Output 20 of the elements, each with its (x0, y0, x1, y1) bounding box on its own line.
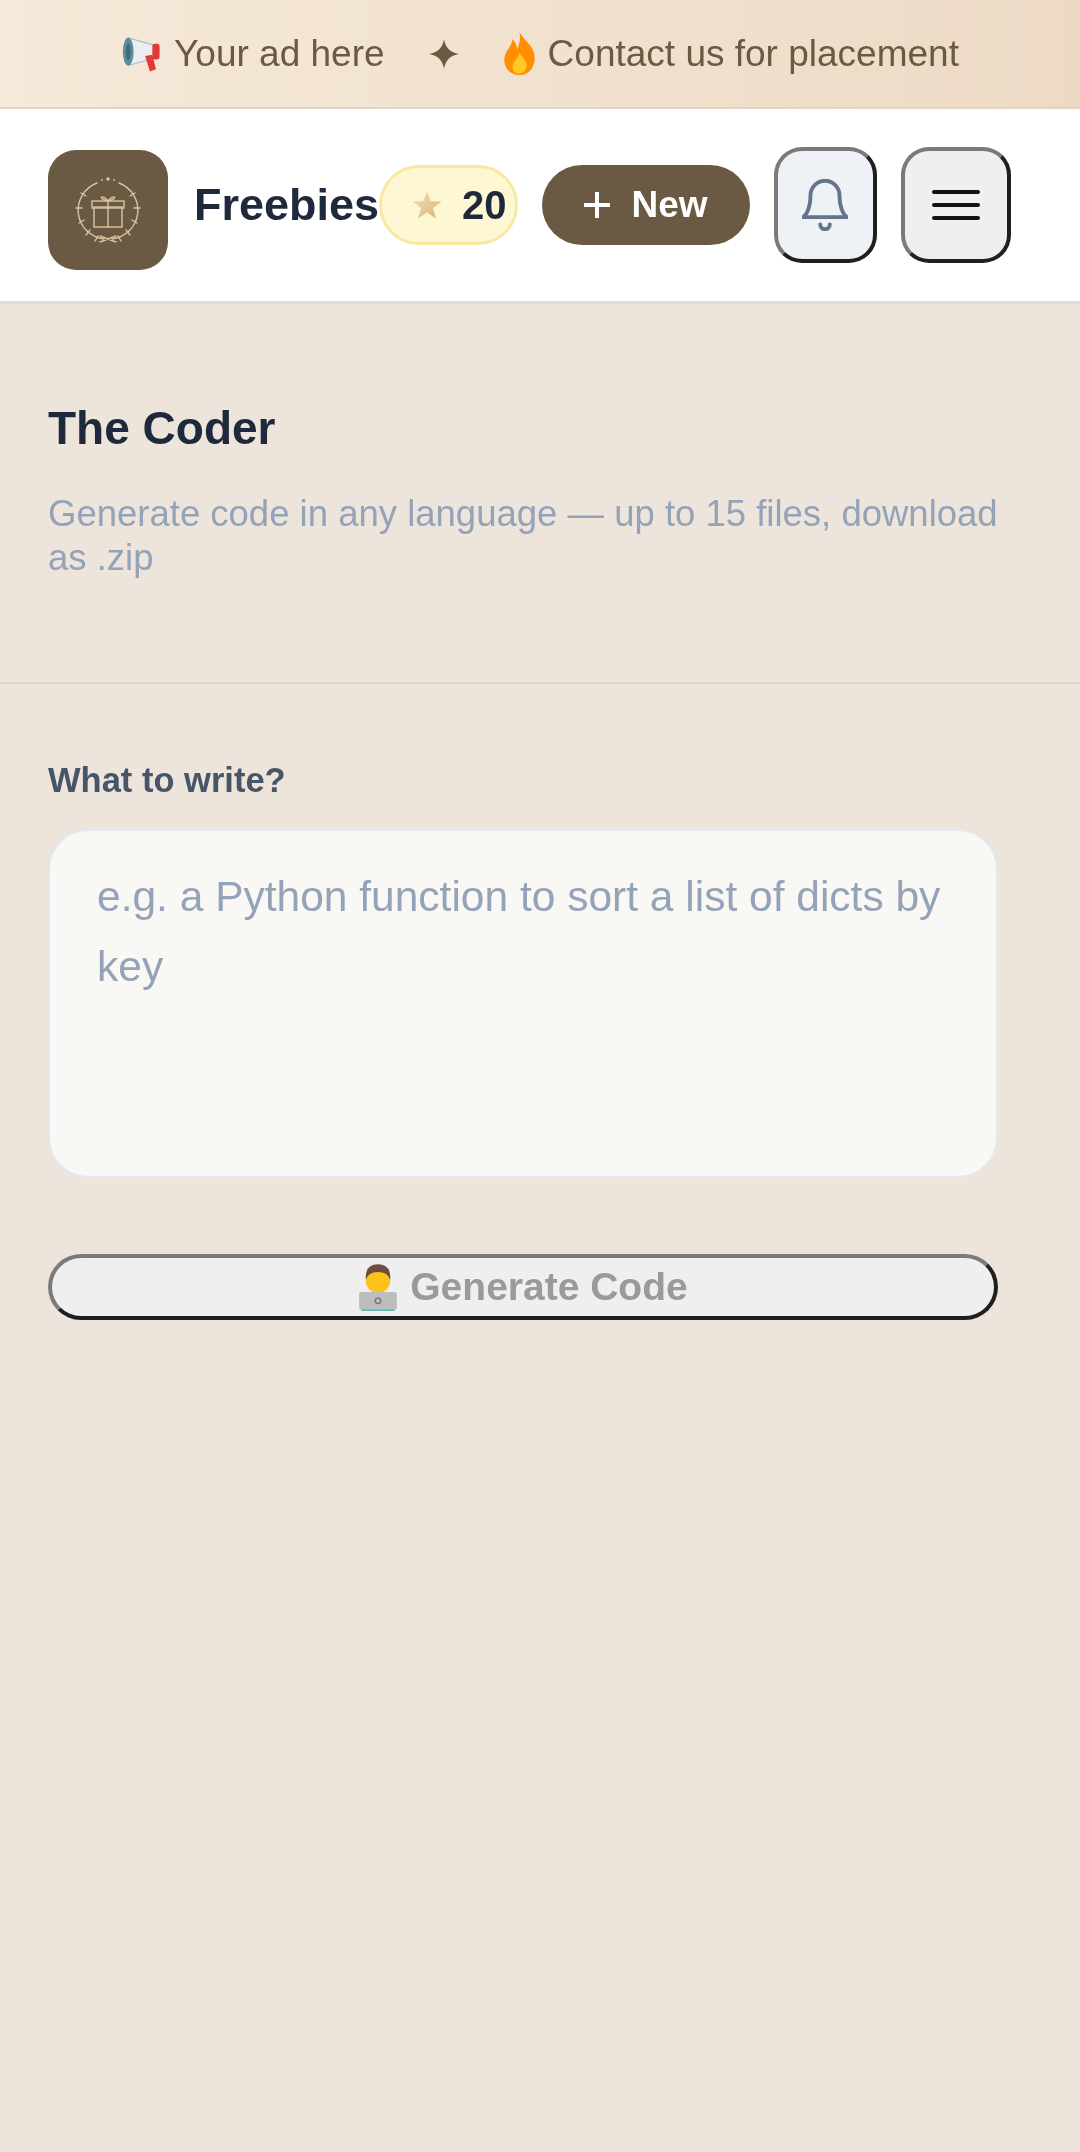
new-button[interactable]: New (541, 165, 750, 245)
ad-link[interactable]: Contact us for placement (547, 32, 959, 75)
credits-count: 20 (462, 182, 507, 228)
app-name: Freebies (194, 179, 380, 231)
ad-text: Your ad here (174, 32, 385, 75)
bell-icon (802, 179, 849, 231)
technologist-icon (358, 1263, 399, 1311)
gift-logo-icon[interactable] (48, 150, 168, 270)
prompt-field[interactable]: e.g. a Python function to sort a list of dicts by key (48, 829, 998, 1178)
page-subtitle: Generate code in any language — up to 15 files, download as .zip (48, 492, 998, 580)
megaphone-icon (121, 34, 163, 73)
menu-button[interactable] (900, 147, 1011, 263)
plus-icon (583, 192, 610, 218)
sparkle-icon (428, 38, 459, 69)
fire-icon (502, 32, 536, 75)
menu-icon (931, 190, 980, 220)
page-title: The Coder (48, 401, 277, 456)
star-icon (412, 190, 443, 220)
field-label: What to write? (48, 760, 287, 801)
notifications-button[interactable] (773, 147, 877, 263)
